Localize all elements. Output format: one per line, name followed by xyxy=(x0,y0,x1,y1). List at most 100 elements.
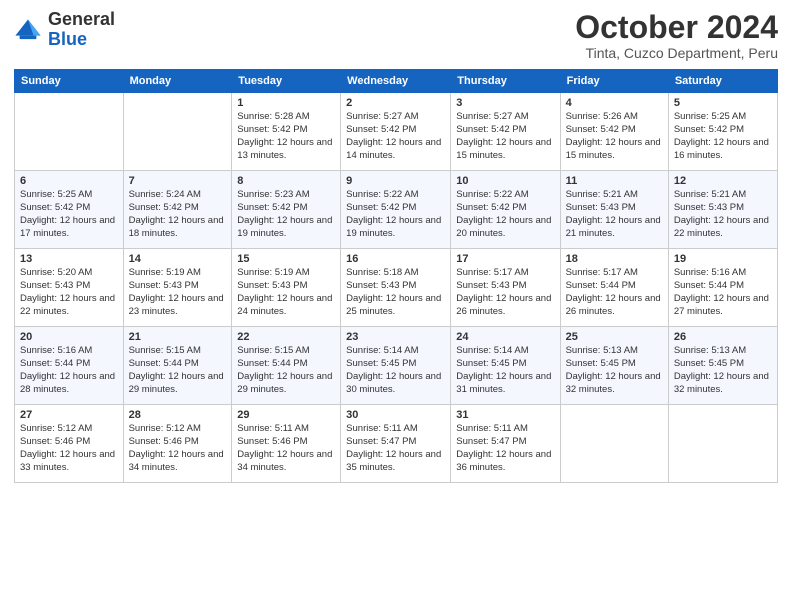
table-cell: 1 Sunrise: 5:28 AMSunset: 5:42 PMDaylight… xyxy=(232,93,341,171)
day-number: 23 xyxy=(346,331,445,343)
table-cell xyxy=(560,405,668,483)
day-number: 7 xyxy=(129,175,227,187)
month-title: October 2024 xyxy=(575,10,778,45)
day-info: Sunrise: 5:15 AMSunset: 5:44 PMDaylight:… xyxy=(237,345,335,396)
day-info: Sunrise: 5:25 AMSunset: 5:42 PMDaylight:… xyxy=(20,189,118,240)
day-number: 8 xyxy=(237,175,335,187)
table-cell: 5 Sunrise: 5:25 AMSunset: 5:42 PMDaylight… xyxy=(668,93,777,171)
day-info: Sunrise: 5:21 AMSunset: 5:43 PMDaylight:… xyxy=(566,189,663,240)
table-cell: 25 Sunrise: 5:13 AMSunset: 5:45 PMDayligh… xyxy=(560,327,668,405)
logo: General Blue xyxy=(14,10,115,50)
day-number: 4 xyxy=(566,97,663,109)
table-cell: 27Sunrise: 5:12 AMSunset: 5:46 PMDayligh… xyxy=(15,405,124,483)
table-cell: 4 Sunrise: 5:26 AMSunset: 5:42 PMDaylight… xyxy=(560,93,668,171)
day-info: Sunrise: 5:25 AMSunset: 5:42 PMDaylight:… xyxy=(674,111,772,162)
table-cell: 7 Sunrise: 5:24 AMSunset: 5:42 PMDaylight… xyxy=(123,171,232,249)
table-cell: 2Sunrise: 5:27 AMSunset: 5:42 PMDaylight… xyxy=(341,93,451,171)
day-number: 30 xyxy=(346,409,445,421)
table-cell: 9 Sunrise: 5:22 AMSunset: 5:42 PMDaylight… xyxy=(341,171,451,249)
page: General Blue October 2024 Tinta, Cuzco D… xyxy=(0,0,792,612)
table-cell: 23 Sunrise: 5:14 AMSunset: 5:45 PMDayligh… xyxy=(341,327,451,405)
day-info: Sunrise: 5:20 AMSunset: 5:43 PMDaylight:… xyxy=(20,267,118,318)
day-info: Sunrise: 5:11 AMSunset: 5:47 PMDaylight:… xyxy=(456,423,554,474)
location-subtitle: Tinta, Cuzco Department, Peru xyxy=(575,45,778,61)
table-cell: 22 Sunrise: 5:15 AMSunset: 5:44 PMDayligh… xyxy=(232,327,341,405)
table-cell: 3 Sunrise: 5:27 AMSunset: 5:42 PMDaylight… xyxy=(451,93,560,171)
day-info: Sunrise: 5:17 AMSunset: 5:44 PMDaylight:… xyxy=(566,267,663,318)
table-cell: 30 Sunrise: 5:11 AMSunset: 5:47 PMDayligh… xyxy=(341,405,451,483)
header-monday: Monday xyxy=(123,70,232,93)
table-cell: 29 Sunrise: 5:11 AMSunset: 5:46 PMDayligh… xyxy=(232,405,341,483)
day-number: 3 xyxy=(456,97,554,109)
day-info: Sunrise: 5:26 AMSunset: 5:42 PMDaylight:… xyxy=(566,111,663,162)
day-number: 6 xyxy=(20,175,118,187)
logo-blue-text: Blue xyxy=(48,30,115,50)
day-info: Sunrise: 5:16 AMSunset: 5:44 PMDaylight:… xyxy=(674,267,772,318)
day-number: 5 xyxy=(674,97,772,109)
header-sunday: Sunday xyxy=(15,70,124,93)
day-number: 17 xyxy=(456,253,554,265)
day-info: Sunrise: 5:27 AMSunset: 5:42 PMDaylight:… xyxy=(456,111,554,162)
table-cell xyxy=(15,93,124,171)
day-number: 26 xyxy=(674,331,772,343)
day-info: Sunrise: 5:15 AMSunset: 5:44 PMDaylight:… xyxy=(129,345,227,396)
day-number: 22 xyxy=(237,331,335,343)
day-info: Sunrise: 5:16 AMSunset: 5:44 PMDaylight:… xyxy=(20,345,118,396)
day-info: Sunrise: 5:18 AMSunset: 5:43 PMDaylight:… xyxy=(346,267,445,318)
day-number: 1 xyxy=(237,97,335,109)
table-cell: 21 Sunrise: 5:15 AMSunset: 5:44 PMDayligh… xyxy=(123,327,232,405)
day-number: 9 xyxy=(346,175,445,187)
day-info: Sunrise: 5:13 AMSunset: 5:45 PMDaylight:… xyxy=(566,345,663,396)
day-info: Sunrise: 5:12 AMSunset: 5:46 PMDaylight:… xyxy=(20,423,118,474)
table-cell: 28 Sunrise: 5:12 AMSunset: 5:46 PMDayligh… xyxy=(123,405,232,483)
table-cell xyxy=(123,93,232,171)
logo-icon xyxy=(14,16,42,44)
table-cell: 8 Sunrise: 5:23 AMSunset: 5:42 PMDaylight… xyxy=(232,171,341,249)
table-cell: 17 Sunrise: 5:17 AMSunset: 5:43 PMDayligh… xyxy=(451,249,560,327)
day-number: 21 xyxy=(129,331,227,343)
day-number: 25 xyxy=(566,331,663,343)
day-info: Sunrise: 5:14 AMSunset: 5:45 PMDaylight:… xyxy=(456,345,554,396)
day-number: 19 xyxy=(674,253,772,265)
day-info: Sunrise: 5:17 AMSunset: 5:43 PMDaylight:… xyxy=(456,267,554,318)
table-cell: 12 Sunrise: 5:21 AMSunset: 5:43 PMDayligh… xyxy=(668,171,777,249)
day-info: Sunrise: 5:11 AMSunset: 5:46 PMDaylight:… xyxy=(237,423,335,474)
calendar-table: Sunday Monday Tuesday Wednesday Thursday… xyxy=(14,69,778,483)
day-number: 10 xyxy=(456,175,554,187)
day-number: 18 xyxy=(566,253,663,265)
header-tuesday: Tuesday xyxy=(232,70,341,93)
day-number: 29 xyxy=(237,409,335,421)
day-info: Sunrise: 5:24 AMSunset: 5:42 PMDaylight:… xyxy=(129,189,227,240)
week-row-5: 27Sunrise: 5:12 AMSunset: 5:46 PMDayligh… xyxy=(15,405,778,483)
table-cell xyxy=(668,405,777,483)
table-cell: 20 Sunrise: 5:16 AMSunset: 5:44 PMDayligh… xyxy=(15,327,124,405)
header-saturday: Saturday xyxy=(668,70,777,93)
day-number: 24 xyxy=(456,331,554,343)
table-cell: 15Sunrise: 5:19 AMSunset: 5:43 PMDayligh… xyxy=(232,249,341,327)
table-cell: 13Sunrise: 5:20 AMSunset: 5:43 PMDayligh… xyxy=(15,249,124,327)
day-info: Sunrise: 5:12 AMSunset: 5:46 PMDaylight:… xyxy=(129,423,227,474)
day-number: 12 xyxy=(674,175,772,187)
day-number: 20 xyxy=(20,331,118,343)
day-info: Sunrise: 5:23 AMSunset: 5:42 PMDaylight:… xyxy=(237,189,335,240)
day-info: Sunrise: 5:19 AMSunset: 5:43 PMDaylight:… xyxy=(129,267,227,318)
header-wednesday: Wednesday xyxy=(341,70,451,93)
day-number: 28 xyxy=(129,409,227,421)
day-info: Sunrise: 5:21 AMSunset: 5:43 PMDaylight:… xyxy=(674,189,772,240)
header: General Blue October 2024 Tinta, Cuzco D… xyxy=(14,10,778,61)
table-cell: 18 Sunrise: 5:17 AMSunset: 5:44 PMDayligh… xyxy=(560,249,668,327)
table-cell: 14Sunrise: 5:19 AMSunset: 5:43 PMDayligh… xyxy=(123,249,232,327)
week-row-3: 13Sunrise: 5:20 AMSunset: 5:43 PMDayligh… xyxy=(15,249,778,327)
week-row-4: 20 Sunrise: 5:16 AMSunset: 5:44 PMDayligh… xyxy=(15,327,778,405)
day-info: Sunrise: 5:13 AMSunset: 5:45 PMDaylight:… xyxy=(674,345,772,396)
table-cell: 6 Sunrise: 5:25 AMSunset: 5:42 PMDaylight… xyxy=(15,171,124,249)
day-info: Sunrise: 5:14 AMSunset: 5:45 PMDaylight:… xyxy=(346,345,445,396)
day-info: Sunrise: 5:11 AMSunset: 5:47 PMDaylight:… xyxy=(346,423,445,474)
day-info: Sunrise: 5:28 AMSunset: 5:42 PMDaylight:… xyxy=(237,111,335,162)
day-number: 11 xyxy=(566,175,663,187)
day-info: Sunrise: 5:22 AMSunset: 5:42 PMDaylight:… xyxy=(456,189,554,240)
day-info: Sunrise: 5:19 AMSunset: 5:43 PMDaylight:… xyxy=(237,267,335,318)
table-cell: 26 Sunrise: 5:13 AMSunset: 5:45 PMDayligh… xyxy=(668,327,777,405)
day-info: Sunrise: 5:22 AMSunset: 5:42 PMDaylight:… xyxy=(346,189,445,240)
logo-general-text: General xyxy=(48,10,115,30)
